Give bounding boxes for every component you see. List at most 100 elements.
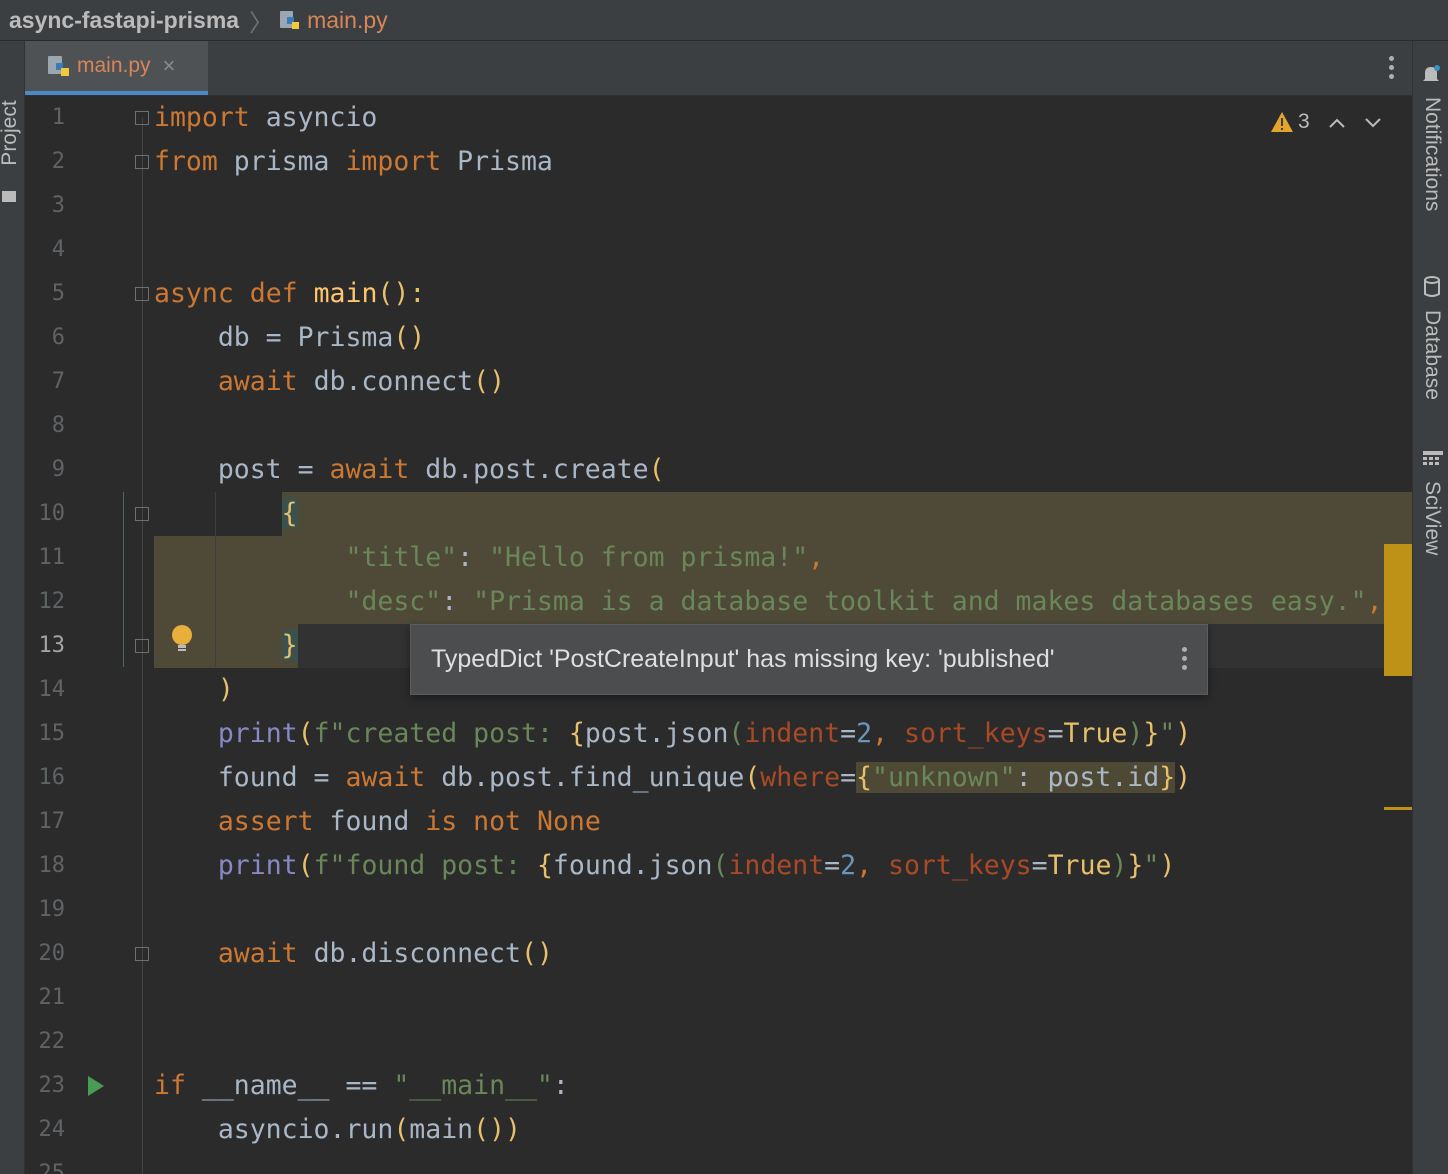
token: db.post.find_unique (425, 762, 745, 793)
line-number: 23 (38, 1073, 66, 1098)
code-text[interactable]: await db.connect() (154, 360, 505, 404)
token: sort_keys (903, 718, 1048, 749)
chevron-up-icon[interactable] (1328, 109, 1346, 135)
close-icon[interactable]: × (163, 53, 176, 79)
token: import (154, 102, 250, 133)
code-text[interactable]: await db.disconnect() (154, 932, 553, 976)
token: " (1159, 718, 1176, 749)
code-text[interactable]: "desc": "Prisma is a database toolkit an… (154, 580, 1382, 624)
project-tool-button[interactable]: Project (0, 83, 22, 183)
code-text[interactable]: import asyncio (154, 96, 377, 140)
token: post = (154, 454, 330, 485)
token: 2 (856, 718, 873, 749)
token: : (457, 542, 490, 573)
token: ) (1175, 762, 1192, 793)
line-number: 18 (38, 853, 66, 878)
token: } (1127, 850, 1144, 881)
line-number: 16 (38, 765, 66, 790)
code-line: 21 (25, 976, 1412, 1020)
line-number: 1 (51, 105, 65, 130)
line-number: 21 (38, 985, 66, 1010)
token: ) (1175, 718, 1192, 749)
breadcrumb-project[interactable]: async-fastapi-prisma (9, 7, 239, 34)
line-number: 9 (51, 457, 65, 482)
sciview-tool-button[interactable]: SciView (1413, 451, 1448, 571)
token: Prisma (441, 146, 553, 177)
token: , (856, 850, 889, 881)
token: await (217, 366, 298, 397)
code-text[interactable]: async def main(): (154, 272, 425, 316)
code-text[interactable]: } (154, 624, 298, 668)
more-vertical-icon[interactable] (1386, 53, 1396, 83)
token: ) (217, 674, 234, 705)
code-text[interactable]: from prisma import Prisma (154, 140, 553, 184)
token: def (249, 278, 298, 309)
code-text[interactable]: { (154, 492, 298, 536)
token: { (281, 498, 298, 529)
token: f"found post: (313, 850, 537, 881)
token: "desc" (345, 586, 442, 617)
scroll-warning-marker[interactable] (1384, 544, 1412, 676)
code-text[interactable]: assert found is not None (154, 800, 601, 844)
breadcrumb-separator: 〉 (249, 9, 274, 37)
token: = (1047, 718, 1064, 749)
token: main (313, 278, 378, 309)
database-tool-button[interactable]: Database (1413, 276, 1448, 426)
token: } (281, 630, 298, 661)
breadcrumb: async-fastapi-prisma 〉 main.py (0, 0, 1448, 41)
line-number: 22 (38, 1029, 66, 1054)
token: ( (744, 762, 761, 793)
inspection-widget[interactable]: 3 (1270, 106, 1382, 138)
code-text[interactable]: db = Prisma() (154, 316, 425, 360)
notifications-label: Notifications (1421, 97, 1444, 212)
code-text[interactable]: ) (154, 668, 234, 712)
tab-label: main.py (77, 54, 151, 77)
breadcrumb-file[interactable]: main.py (307, 7, 388, 34)
line-number: 11 (38, 545, 66, 570)
code-text[interactable]: post = await db.post.create( (154, 448, 665, 492)
token: indent (744, 718, 841, 749)
token: None (536, 806, 601, 837)
database-label: Database (1421, 310, 1444, 400)
code-text[interactable]: found = await db.post.find_unique(where=… (154, 756, 1191, 800)
token: () (393, 322, 426, 353)
python-file-icon (47, 54, 71, 78)
token: print (217, 718, 298, 749)
notifications-tool-button[interactable]: Notifications (1413, 63, 1448, 263)
token: asyncio (249, 102, 378, 133)
code-text[interactable]: asyncio.run(main()) (154, 1108, 521, 1152)
folder-icon (2, 191, 16, 202)
more-vertical-icon[interactable] (1179, 645, 1189, 675)
warning-count: 3 (1298, 110, 1310, 133)
code-text[interactable]: print(f"found post: {found.json(indent=2… (154, 844, 1175, 888)
scroll-warning-marker[interactable] (1384, 807, 1412, 810)
editor-tab-bar: main.py × (25, 41, 1412, 96)
line-number: 2 (51, 149, 65, 174)
token: : (552, 1070, 569, 1101)
tab-main-py[interactable]: main.py × (25, 41, 208, 95)
code-text[interactable]: if __name__ == "__main__": (154, 1064, 569, 1108)
token: db = Prisma (154, 322, 394, 353)
code-text[interactable]: print(f"created post: {post.json(indent=… (154, 712, 1191, 756)
chevron-down-icon[interactable] (1364, 109, 1382, 135)
token: not (473, 806, 522, 837)
token: is (425, 806, 458, 837)
token: ( (297, 850, 314, 881)
token: db.connect (297, 366, 474, 397)
token: f"created post: (313, 718, 569, 749)
code-line: 19 (25, 888, 1412, 932)
code-text[interactable]: "title": "Hello from prisma!", (154, 536, 824, 580)
token: ()) (473, 1114, 521, 1145)
token: await (345, 762, 426, 793)
token: ( (648, 454, 665, 485)
token: () (473, 366, 506, 397)
python-file-icon (279, 9, 301, 31)
